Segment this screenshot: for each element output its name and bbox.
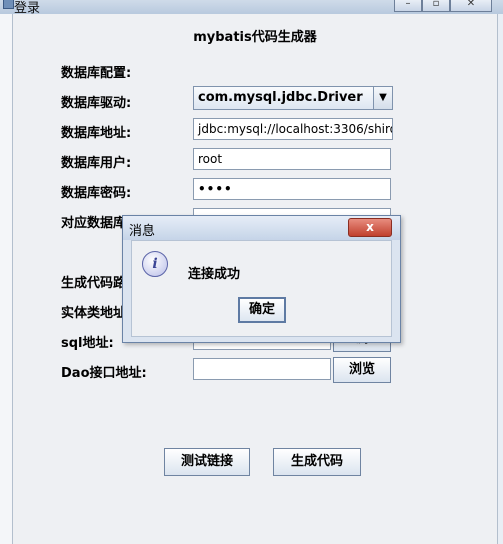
db-url-input[interactable]: jdbc:mysql://localhost:3306/shirotes — [193, 118, 393, 140]
dialog-title: 消息 — [129, 224, 156, 239]
close-window-button[interactable]: ✕ — [450, 0, 492, 12]
entity-path-label: 实体类地址 — [61, 306, 127, 321]
message-dialog: 消息 x i 连接成功 确定 — [122, 215, 401, 343]
chevron-down-icon[interactable]: ▼ — [373, 87, 392, 109]
window-titlebar: 登录 – ▫ ✕ — [0, 0, 503, 16]
generate-code-button[interactable]: 生成代码 — [273, 448, 361, 476]
driver-select-value: com.mysql.jdbc.Driver — [198, 90, 363, 105]
codegen-path-section-label: 生成代码路 — [61, 276, 127, 291]
ok-button[interactable]: 确定 — [238, 297, 286, 323]
dialog-message: 连接成功 — [188, 267, 241, 282]
url-label: 数据库地址: — [61, 126, 132, 141]
db-config-section-label: 数据库配置: — [61, 66, 132, 81]
sql-path-label: sql地址: — [61, 336, 114, 351]
page-title: mybatis代码生成器 — [193, 30, 317, 45]
db-password-input[interactable]: •••• — [193, 178, 391, 200]
user-label: 数据库用户: — [61, 156, 132, 171]
test-connection-button[interactable]: 测试链接 — [164, 448, 250, 476]
window-app-icon — [3, 0, 14, 9]
table-label: 对应数据库 — [61, 216, 127, 231]
dialog-titlebar: 消息 x — [123, 216, 400, 240]
db-user-input[interactable]: root — [193, 148, 391, 170]
driver-label: 数据库驱动: — [61, 96, 132, 111]
dao-path-label: Dao接口地址: — [61, 366, 147, 381]
dialog-body: i 连接成功 确定 — [131, 240, 392, 337]
dao-browse-button[interactable]: 浏览 — [333, 357, 391, 383]
minimize-button[interactable]: – — [394, 0, 422, 12]
maximize-button[interactable]: ▫ — [422, 0, 450, 12]
info-icon: i — [142, 251, 168, 277]
dao-path-input[interactable] — [193, 358, 331, 380]
dialog-close-button[interactable]: x — [348, 218, 392, 237]
driver-select[interactable]: com.mysql.jdbc.Driver ▼ — [193, 86, 393, 110]
password-label: 数据库密码: — [61, 186, 132, 201]
